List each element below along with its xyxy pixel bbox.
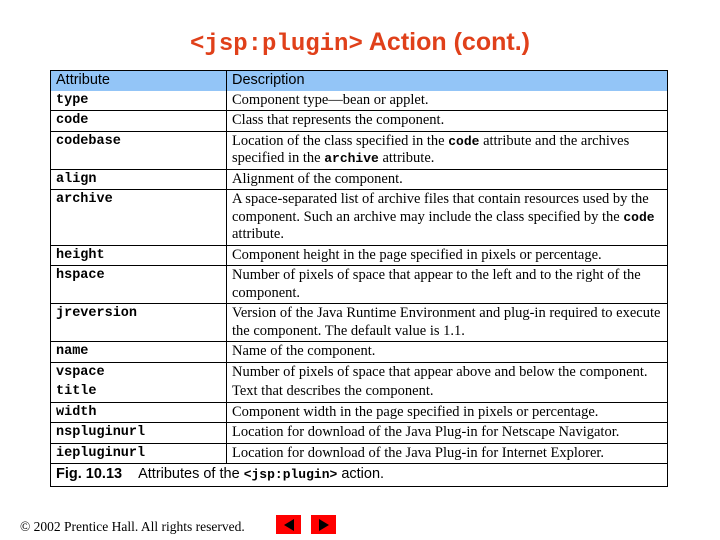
- attribute-description-cell: Component height in the page specified i…: [226, 244, 668, 266]
- attribute-name-cell: nspluginurl: [50, 422, 227, 443]
- attribute-name-cell: hspace: [50, 265, 227, 304]
- attribute-name-cell: iepluginurl: [50, 442, 227, 464]
- attribute-name-cell: height: [50, 244, 227, 266]
- table-row: iepluginurl Location for download of the …: [50, 442, 668, 464]
- table-row: codebase Location of the class specified …: [50, 130, 668, 169]
- description-text: attribute.: [232, 226, 284, 242]
- table-row: align Alignment of the component.: [50, 168, 668, 190]
- attribute-description-cell: Text that describes the component.: [227, 382, 668, 402]
- attribute-name-cell: type: [50, 90, 227, 111]
- table-row: height Component height in the page speci…: [50, 244, 668, 266]
- attribute-description-cell: Component width in the page specified in…: [226, 401, 668, 423]
- inline-code: archive: [324, 151, 379, 166]
- description-text: Component height in the page specified i…: [232, 246, 602, 263]
- triangle-right-icon: [318, 518, 329, 531]
- attribute-name-cell: jreversion: [50, 303, 227, 342]
- description-text: Location for download of the Java Plug-i…: [232, 444, 605, 461]
- navigation-buttons: [276, 515, 336, 534]
- description-text: Version of the Java Runtime Environment …: [232, 305, 661, 339]
- description-text: Alignment of the component.: [232, 170, 403, 187]
- description-text: A space-separated list of archive files …: [232, 191, 649, 225]
- next-slide-button[interactable]: [311, 515, 336, 534]
- description-text: attribute.: [378, 150, 435, 166]
- caption-figure-label: Fig. 10.13: [56, 466, 123, 482]
- description-text: Component width in the page specified in…: [232, 403, 599, 420]
- copyright-notice: © 2002 Prentice Hall. All rights reserve…: [20, 519, 245, 534]
- column-header-description: Description: [226, 70, 668, 91]
- caption-text-before: Attributes of the: [138, 466, 244, 482]
- page-title: <jsp:plugin> Action (cont.): [0, 28, 720, 58]
- table-row: archive A space-separated list of archive…: [50, 189, 668, 245]
- attribute-name-cell: vspace: [50, 361, 227, 382]
- table-row: type Component type—bean or applet.: [50, 90, 668, 111]
- column-header-attribute: Attribute: [50, 70, 227, 91]
- attribute-description-cell: A space-separated list of archive files …: [226, 189, 668, 245]
- table-row: vspace Number of pixels of space that app…: [50, 361, 668, 382]
- description-text: Component type—bean or applet.: [232, 91, 429, 108]
- table-row: title Text that describes the component.: [50, 382, 668, 402]
- triangle-left-icon: [283, 518, 294, 531]
- table-row: nspluginurl Location for download of the …: [50, 422, 668, 443]
- table-header-row: Attribute Description: [50, 70, 668, 91]
- attribute-description-cell: Component type—bean or applet.: [227, 91, 668, 111]
- attribute-name-cell: name: [50, 341, 227, 362]
- description-text: Text that describes the component.: [232, 383, 434, 399]
- table-row: name Name of the component.: [50, 341, 668, 362]
- table-caption-row: Fig. 10.13 Attributes of the <jsp:plugin>…: [50, 463, 668, 487]
- attribute-name-cell: codebase: [50, 130, 227, 169]
- table-body: Attribute Description type Component type…: [50, 70, 668, 487]
- attribute-description-cell: Class that represents the component.: [226, 110, 668, 131]
- attribute-description-cell: Alignment of the component.: [226, 168, 668, 190]
- inline-code: code: [623, 209, 655, 225]
- page-title-text: Action (cont.): [362, 28, 530, 56]
- attribute-description-cell: Location of the class specified in the c…: [226, 130, 668, 169]
- caption-code: <jsp:plugin>: [243, 467, 338, 482]
- table-row: code Class that represents the component.: [50, 110, 668, 131]
- attribute-description-cell: Number of pixels of space that appear to…: [226, 265, 668, 304]
- attribute-description-cell: Location for download of the Java Plug-i…: [226, 442, 668, 464]
- table-row: width Component width in the page specifi…: [50, 401, 668, 423]
- description-text: Location for download of the Java Plug-i…: [232, 424, 620, 440]
- page-title-code: <jsp:plugin>: [190, 31, 363, 58]
- attributes-table: Attribute Description type Component type…: [50, 70, 668, 487]
- attribute-description-cell: Number of pixels of space that appear ab…: [226, 361, 668, 382]
- attribute-name-cell: code: [50, 110, 227, 131]
- attribute-name-cell: archive: [50, 189, 227, 245]
- attribute-description-cell: Version of the Java Runtime Environment …: [226, 303, 668, 342]
- table-row: hspace Number of pixels of space that app…: [50, 265, 668, 304]
- description-text: Class that represents the component.: [232, 112, 445, 128]
- attribute-name-cell: width: [50, 401, 227, 423]
- description-text: Number of pixels of space that appear to…: [232, 267, 641, 301]
- previous-slide-button[interactable]: [276, 515, 301, 534]
- attribute-description-cell: Name of the component.: [226, 341, 668, 362]
- caption-text: Attributes of the <jsp:plugin> action.: [138, 466, 384, 482]
- description-text: Location of the class specified in the: [232, 132, 449, 149]
- caption-text-after: action.: [337, 466, 385, 482]
- table-row: jreversion Version of the Java Runtime En…: [50, 303, 668, 342]
- attribute-name-cell: align: [50, 168, 227, 190]
- table-caption: Fig. 10.13 Attributes of the <jsp:plugin>…: [50, 463, 668, 487]
- attribute-name-cell: title: [50, 382, 227, 402]
- attribute-description-cell: Location for download of the Java Plug-i…: [226, 422, 668, 443]
- description-text: Name of the component.: [232, 343, 376, 359]
- description-text: Number of pixels of space that appear ab…: [232, 363, 648, 380]
- inline-code: code: [448, 133, 480, 149]
